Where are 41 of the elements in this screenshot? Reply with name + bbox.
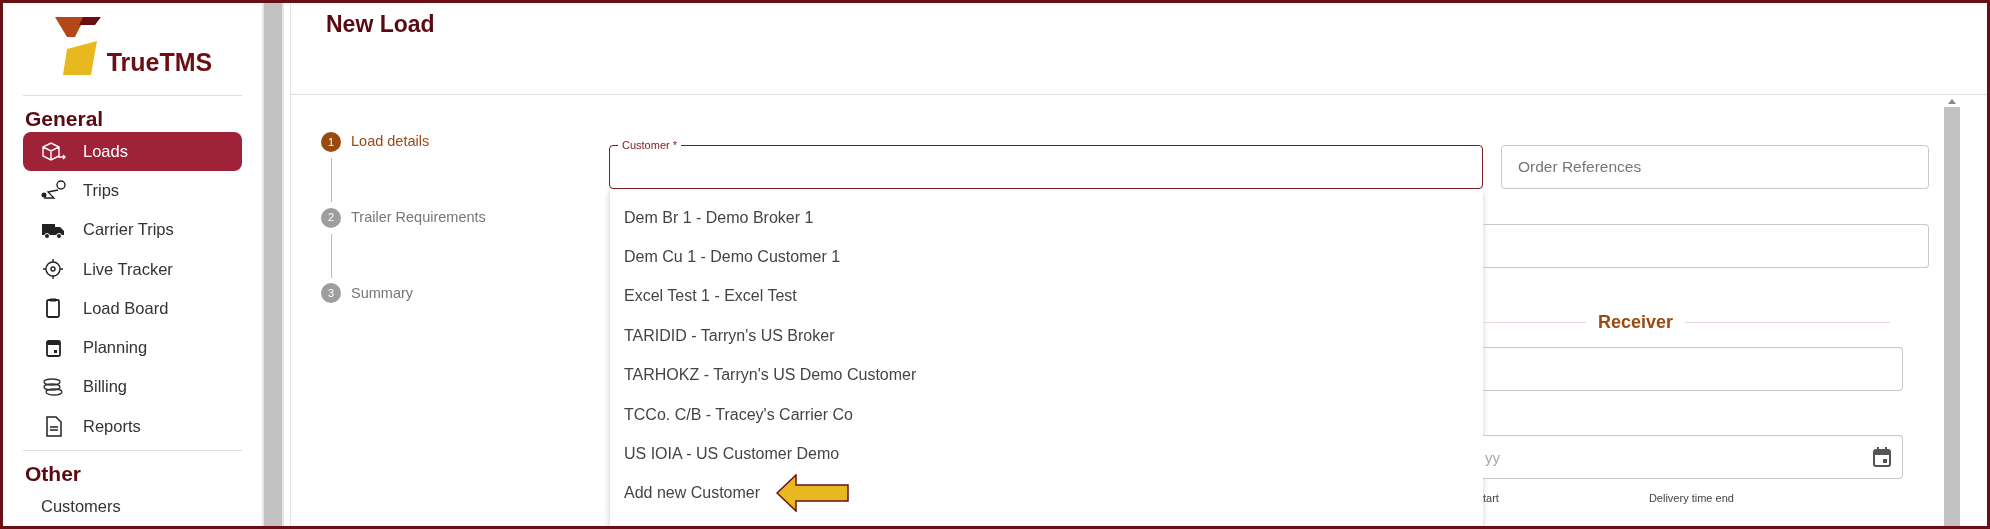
- step-number: 1: [321, 131, 341, 152]
- field-label: tart: [1483, 491, 1499, 505]
- text-field[interactable]: [1483, 224, 1929, 268]
- customer-option[interactable]: Excel Test 1 - Excel Test: [624, 284, 797, 309]
- scrollbar-thumb[interactable]: [1944, 107, 1960, 526]
- route-icon: [39, 179, 67, 202]
- section-title: General: [25, 105, 105, 132]
- nav-item[interactable]: Trips: [23, 170, 242, 211]
- arrow-icon: [776, 474, 851, 513]
- calendar-icon[interactable]: [1873, 447, 1891, 467]
- nav-item[interactable]: Billing: [23, 367, 242, 407]
- nav-item[interactable]: Planning: [23, 327, 242, 368]
- customer-option[interactable]: Dem Br 1 - Demo Broker 1: [624, 205, 814, 230]
- step-label[interactable]: Summary: [351, 282, 414, 305]
- scrollbar[interactable]: [262, 3, 284, 526]
- box-icon: [39, 140, 67, 163]
- add-customer-option[interactable]: Add new Customer: [624, 481, 761, 506]
- customer-option[interactable]: TCCo. C/B - Tracey's Carrier Co: [624, 402, 853, 427]
- nav-item[interactable]: Reports: [23, 406, 242, 446]
- step-number: 3: [321, 283, 341, 304]
- step-label[interactable]: Trailer Requirements: [351, 206, 486, 229]
- customer-option[interactable]: US IOIA - US Customer Demo: [624, 442, 840, 467]
- section-heading: Receiver: [1597, 310, 1675, 334]
- nav-item[interactable]: Live Tracker: [23, 249, 242, 289]
- text-field[interactable]: [1483, 347, 1903, 391]
- logo-icon: [52, 16, 103, 75]
- step-number: 2: [321, 207, 341, 228]
- logo-text: TrueTMS: [106, 49, 213, 75]
- field-label: Delivery time end: [1648, 491, 1734, 505]
- nav-item[interactable]: Load Board: [23, 288, 242, 328]
- customer-option[interactable]: Dem Cu 1 - Demo Customer 1: [624, 245, 841, 270]
- nav-item[interactable]: Loads: [23, 131, 242, 171]
- date-field[interactable]: yy: [1483, 435, 1903, 479]
- nav-item[interactable]: Carrier Trips: [23, 210, 242, 250]
- nav-item[interactable]: Customers: [23, 486, 242, 526]
- customer-option[interactable]: TARHOKZ - Tarryn's US Demo Customer: [624, 363, 917, 388]
- section-title: Other: [25, 460, 82, 487]
- order-references-field[interactable]: Order References: [1501, 145, 1929, 189]
- customer-option[interactable]: TARIDID - Tarryn's US Broker: [624, 323, 835, 348]
- page-title: New Load: [326, 11, 436, 39]
- step-label[interactable]: Load details: [351, 131, 430, 153]
